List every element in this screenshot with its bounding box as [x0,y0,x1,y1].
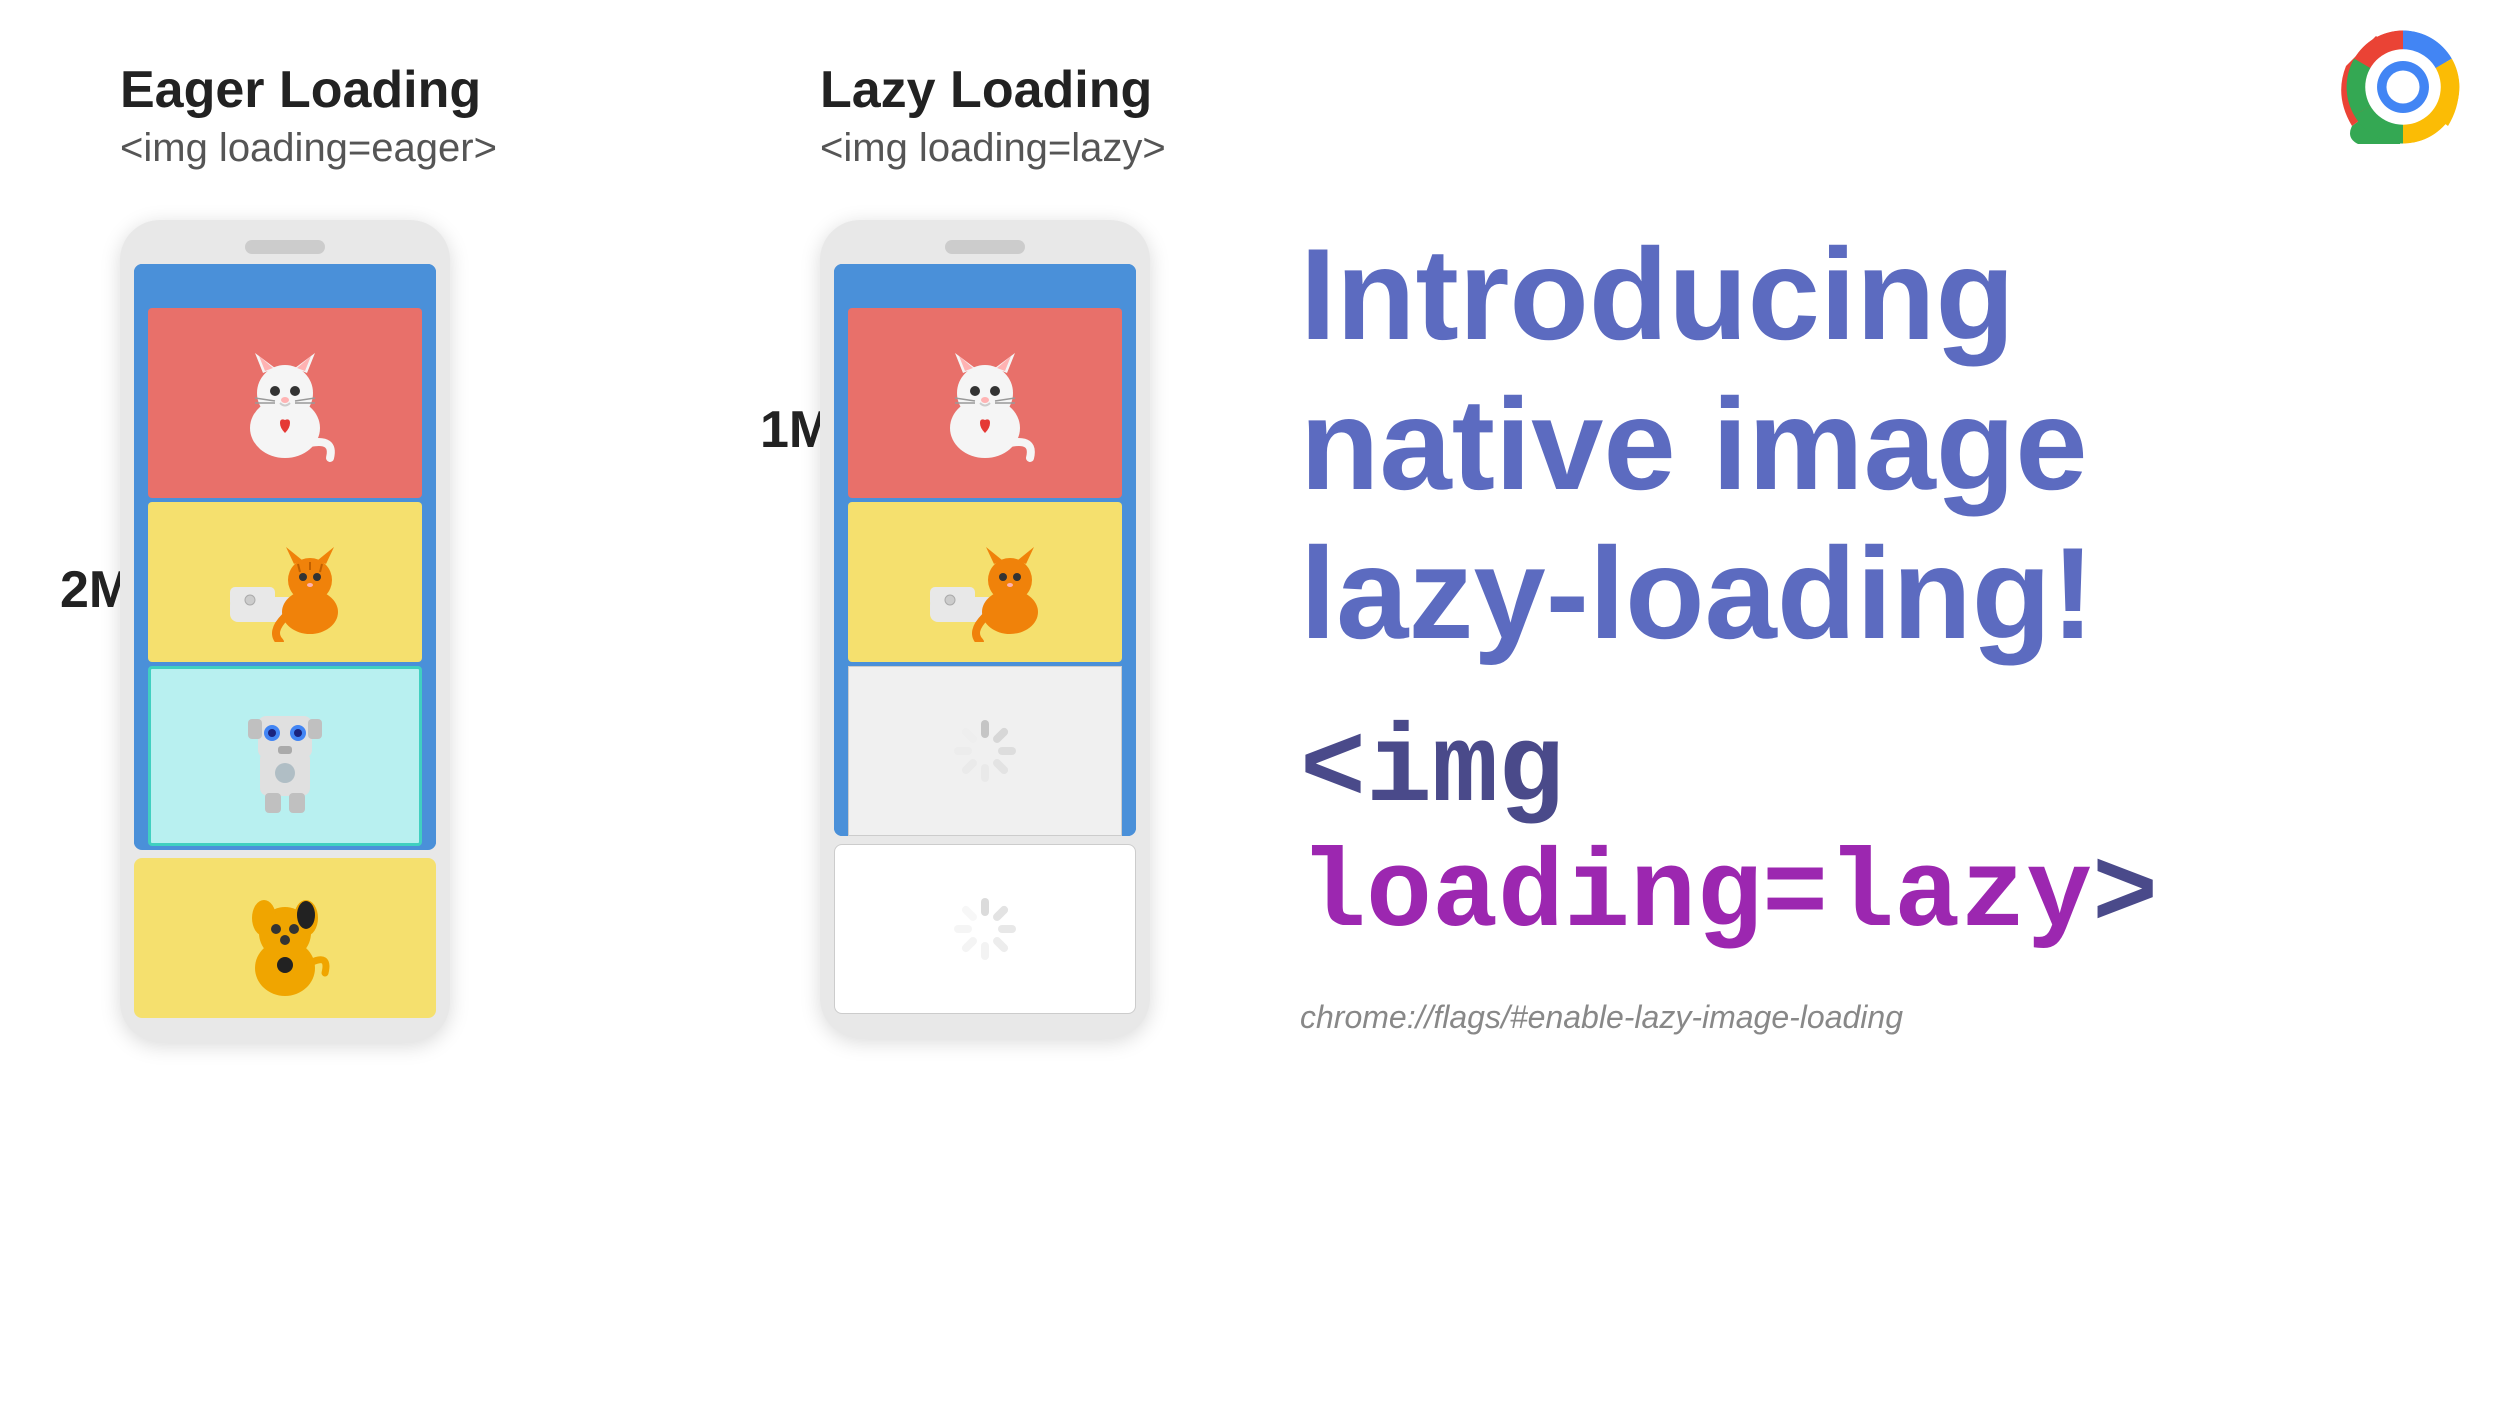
eager-screen-inner [148,308,422,846]
blue-bar-left-eager [134,308,148,846]
lazy-img-card-3-loading [848,666,1122,836]
lazy-title: Lazy Loading [820,60,1166,120]
lazy-screen-content [834,308,1136,836]
eager-phone [120,220,450,1042]
lazy-img-card-4-loading [834,844,1136,1014]
spinner-1 [950,716,1020,786]
blue-bar-right-lazy [1122,308,1136,836]
cat-white-svg [225,338,345,468]
introducing-section: Introducing native image lazy-loading! <… [1300,220,2400,1036]
lazy-screen-inner [848,308,1122,836]
lazy-cat-white-svg [925,338,1045,468]
blue-bar-right-eager [422,308,436,846]
eager-img-card-1 [148,308,422,498]
code-close-tag: > [2092,834,2158,959]
phone-notch-lazy [945,240,1025,254]
eager-phone-screen [134,264,436,850]
dog-yellow-svg [230,873,340,1003]
phone-notch-eager [245,240,325,254]
blue-bar-left-lazy [834,308,848,836]
eager-subtitle: <img loading=eager> [120,126,497,171]
eager-img-card-3 [148,666,422,846]
intro-line3: lazy-loading! [1300,520,2094,666]
eager-loading-section: Eager Loading <img loading=eager> [120,60,497,201]
eager-top-bar [134,264,436,304]
lazy-phone [820,220,1150,1038]
eager-screen-content [134,308,436,846]
chrome-logo-container [2344,28,2462,146]
chrome-logo-svg [2344,28,2462,146]
intro-line2: native image [1300,371,2088,517]
lazy-img-card-2 [848,502,1122,662]
intro-title-text: Introducing native image lazy-loading! [1300,220,2400,669]
intro-line1: Introducing [1300,221,2015,367]
code-img-tag: <img [1300,709,1564,834]
lazy-subtitle: <img loading=lazy> [820,126,1166,171]
eager-title: Eager Loading [120,60,497,120]
eager-phone-container [120,220,450,1042]
code-loading-attr: loading=lazy [1300,834,2092,959]
spinner-2 [950,894,1020,964]
cat-robot-svg [230,691,340,821]
lazy-top-bar [834,264,1136,304]
code-example: <img loading=lazy> [1300,709,2400,959]
eager-img-card-2 [148,502,422,662]
chrome-flag-url: chrome://flags/#enable-lazy-image-loadin… [1300,999,2400,1036]
eager-img-card-4 [134,858,436,1018]
lazy-phone-container [820,220,1150,1038]
lazy-phone-screen [834,264,1136,836]
lazy-cat-orange-svg [920,522,1050,642]
lazy-img-card-1 [848,308,1122,498]
cat-orange-svg [220,522,350,642]
lazy-loading-section: Lazy Loading <img loading=lazy> [820,60,1166,201]
